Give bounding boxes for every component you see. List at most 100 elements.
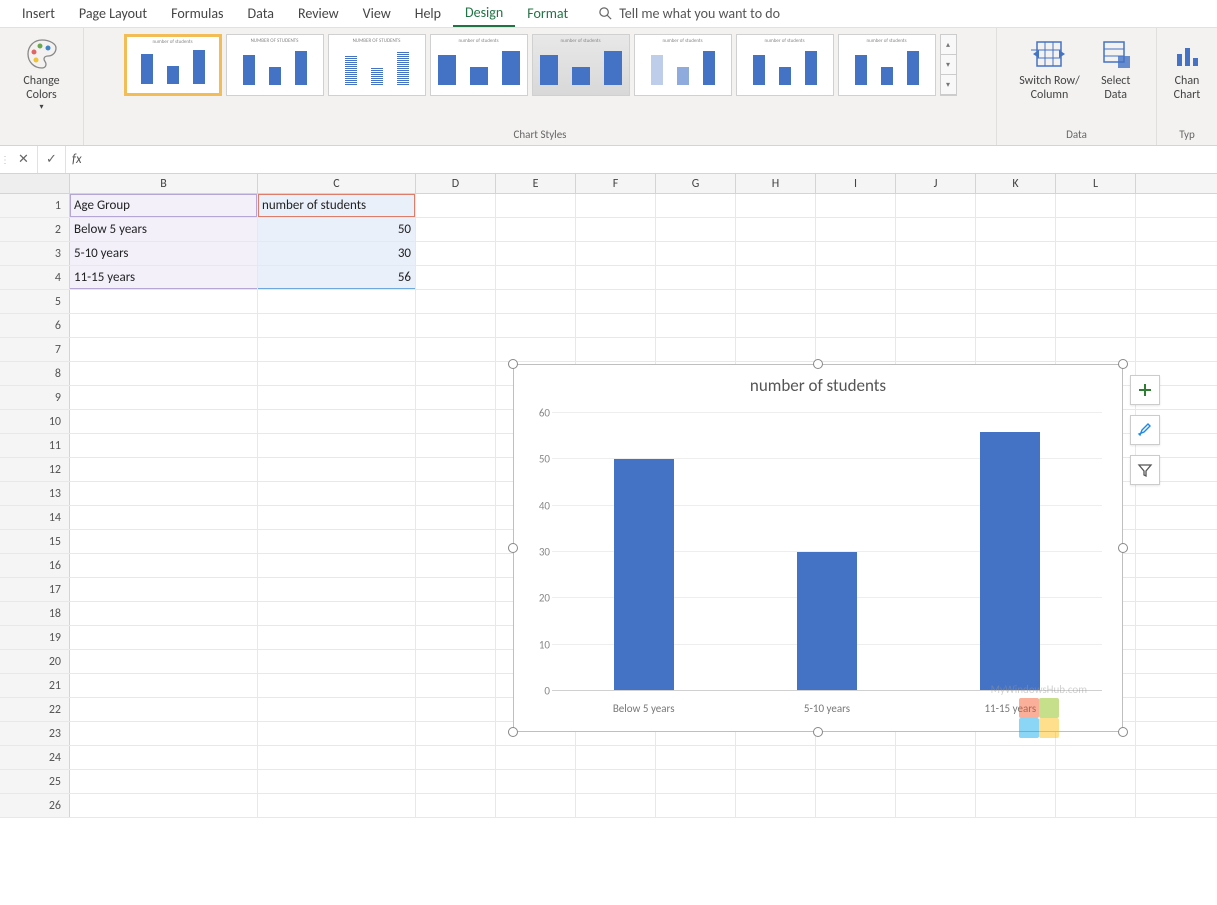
- cell[interactable]: 11-15 years: [70, 266, 258, 289]
- row-header[interactable]: 20: [0, 650, 70, 673]
- cell[interactable]: [70, 578, 258, 601]
- cell[interactable]: [496, 242, 576, 265]
- cell[interactable]: [416, 458, 496, 481]
- row-header[interactable]: 13: [0, 482, 70, 505]
- cell[interactable]: [736, 794, 816, 817]
- cell[interactable]: [656, 770, 736, 793]
- chart-resize-handle[interactable]: [508, 727, 518, 737]
- tab-insert[interactable]: Insert: [10, 1, 67, 26]
- cell[interactable]: [816, 770, 896, 793]
- row-header[interactable]: 26: [0, 794, 70, 817]
- cell[interactable]: [416, 602, 496, 625]
- cell[interactable]: [416, 434, 496, 457]
- cell[interactable]: [816, 338, 896, 361]
- select-all-corner[interactable]: [0, 174, 70, 193]
- cell[interactable]: [656, 290, 736, 313]
- tab-help[interactable]: Help: [403, 1, 453, 26]
- cell[interactable]: [896, 338, 976, 361]
- tab-view[interactable]: View: [351, 1, 403, 26]
- cell[interactable]: [258, 338, 416, 361]
- row-header[interactable]: 19: [0, 626, 70, 649]
- cell[interactable]: [70, 626, 258, 649]
- row-header[interactable]: 22: [0, 698, 70, 721]
- row-header[interactable]: 24: [0, 746, 70, 769]
- chart-bar[interactable]: [797, 552, 857, 691]
- cell[interactable]: [576, 314, 656, 337]
- cell[interactable]: [416, 218, 496, 241]
- row-header[interactable]: 6: [0, 314, 70, 337]
- cell[interactable]: [70, 770, 258, 793]
- cell[interactable]: [896, 266, 976, 289]
- cell[interactable]: 56: [258, 266, 416, 289]
- cell[interactable]: [576, 290, 656, 313]
- cell[interactable]: 50: [258, 218, 416, 241]
- cell[interactable]: [736, 338, 816, 361]
- cell[interactable]: [656, 746, 736, 769]
- cell[interactable]: [896, 794, 976, 817]
- row-header[interactable]: 7: [0, 338, 70, 361]
- cell[interactable]: [258, 458, 416, 481]
- change-chart-type-button[interactable]: Chan Chart: [1163, 34, 1211, 105]
- fx-label[interactable]: fx: [66, 152, 88, 167]
- cell[interactable]: [496, 194, 576, 217]
- cell[interactable]: [736, 242, 816, 265]
- chart-style-7[interactable]: number of students: [736, 34, 834, 96]
- cell[interactable]: [1056, 218, 1136, 241]
- cell[interactable]: [816, 194, 896, 217]
- cell[interactable]: [258, 362, 416, 385]
- tab-format[interactable]: Format: [515, 1, 580, 26]
- row-header[interactable]: 17: [0, 578, 70, 601]
- row-header[interactable]: 16: [0, 554, 70, 577]
- cell[interactable]: [70, 338, 258, 361]
- cell[interactable]: [416, 722, 496, 745]
- cell[interactable]: [70, 314, 258, 337]
- col-header-H[interactable]: H: [736, 174, 816, 193]
- chart-resize-handle[interactable]: [508, 543, 518, 553]
- cell[interactable]: Age Group: [70, 194, 258, 217]
- row-header[interactable]: 8: [0, 362, 70, 385]
- cell[interactable]: [656, 194, 736, 217]
- cell[interactable]: [496, 338, 576, 361]
- row-header[interactable]: 18: [0, 602, 70, 625]
- cell[interactable]: [1056, 338, 1136, 361]
- cell[interactable]: [896, 194, 976, 217]
- cell[interactable]: [816, 266, 896, 289]
- chart-style-6[interactable]: number of students: [634, 34, 732, 96]
- cell[interactable]: [816, 314, 896, 337]
- cell[interactable]: [976, 770, 1056, 793]
- cell[interactable]: [1056, 314, 1136, 337]
- cell[interactable]: [576, 770, 656, 793]
- chart-style-1[interactable]: number of students: [124, 34, 222, 96]
- cell[interactable]: [70, 290, 258, 313]
- cell[interactable]: [258, 698, 416, 721]
- col-header-J[interactable]: J: [896, 174, 976, 193]
- cell[interactable]: [496, 770, 576, 793]
- col-header-C[interactable]: C: [258, 174, 416, 193]
- name-box-handle[interactable]: ⋮: [0, 153, 10, 166]
- chart-style-4[interactable]: number of students: [430, 34, 528, 96]
- chart-bar[interactable]: [614, 459, 674, 691]
- cell[interactable]: [896, 242, 976, 265]
- cell[interactable]: [496, 266, 576, 289]
- cell[interactable]: [736, 770, 816, 793]
- row-header[interactable]: 21: [0, 674, 70, 697]
- chart-styles-button[interactable]: [1130, 415, 1160, 445]
- row-header[interactable]: 4: [0, 266, 70, 289]
- cell[interactable]: [416, 698, 496, 721]
- cell[interactable]: [416, 578, 496, 601]
- cell[interactable]: [416, 386, 496, 409]
- cell[interactable]: [576, 218, 656, 241]
- cell[interactable]: [576, 266, 656, 289]
- chart-filters-button[interactable]: [1130, 455, 1160, 485]
- cell[interactable]: [258, 674, 416, 697]
- cell[interactable]: [976, 242, 1056, 265]
- cell[interactable]: [416, 794, 496, 817]
- cell[interactable]: [976, 746, 1056, 769]
- col-header-I[interactable]: I: [816, 174, 896, 193]
- cell[interactable]: [976, 194, 1056, 217]
- cell[interactable]: [258, 722, 416, 745]
- cell[interactable]: [416, 410, 496, 433]
- cell[interactable]: [70, 506, 258, 529]
- cell[interactable]: [896, 290, 976, 313]
- row-header[interactable]: 2: [0, 218, 70, 241]
